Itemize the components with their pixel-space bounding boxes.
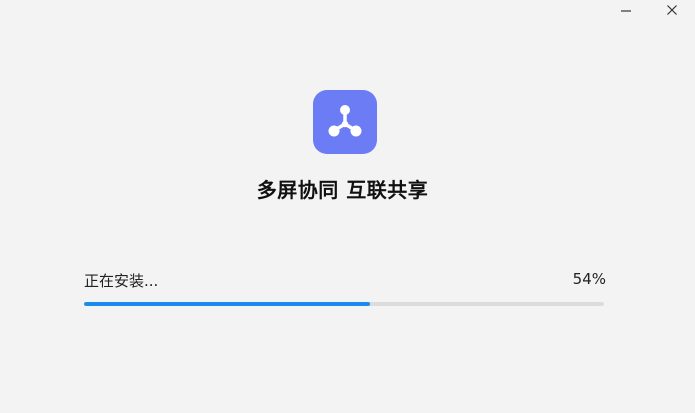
window-controls <box>603 0 695 20</box>
install-percent: 54% <box>572 270 606 288</box>
progress-fill <box>84 302 370 306</box>
install-status-row: 正在安装... 54% <box>84 270 606 290</box>
minimize-icon <box>621 10 631 12</box>
hub-share-icon <box>328 105 362 137</box>
progress-bar <box>84 302 604 306</box>
app-logo <box>313 90 377 154</box>
headline: 多屏协同 互联共享 <box>256 178 429 202</box>
close-button[interactable] <box>649 0 695 20</box>
minimize-button[interactable] <box>603 0 649 20</box>
install-status-text: 正在安装... <box>84 272 159 290</box>
close-icon <box>667 5 677 15</box>
